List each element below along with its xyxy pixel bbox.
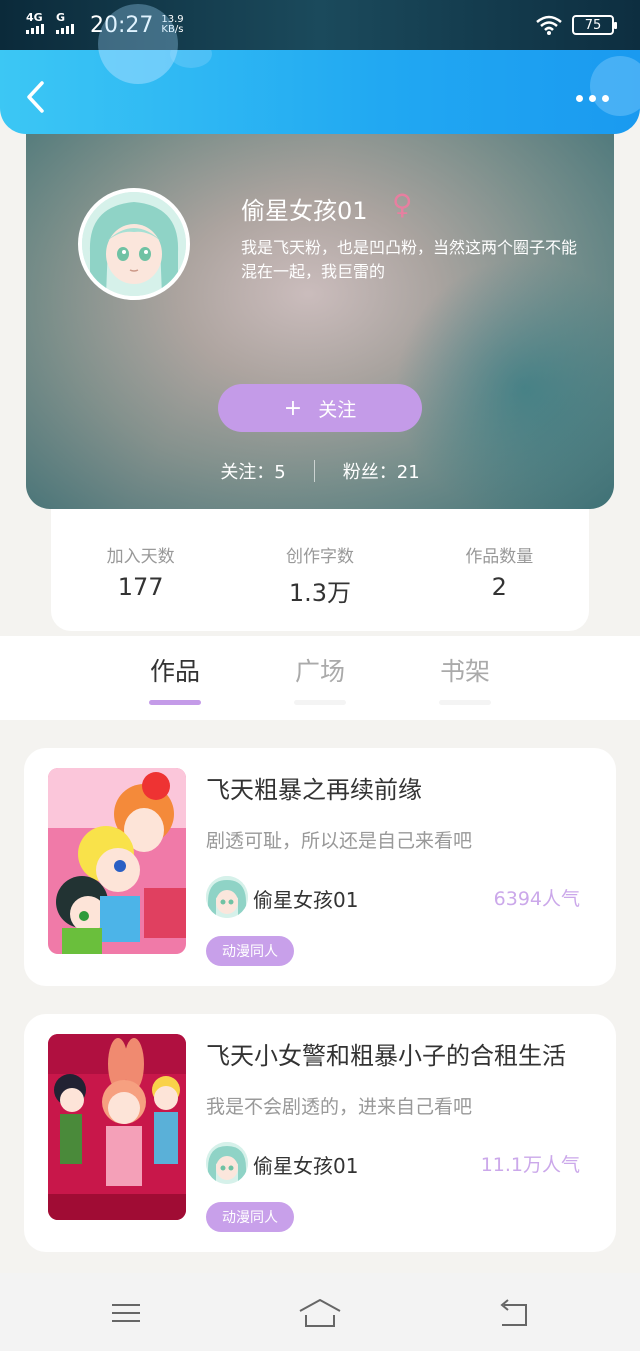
work-description: 剧透可耻，所以还是自己来看吧 (206, 830, 473, 852)
decorative-bubble (590, 56, 640, 116)
signal-g-icon: G (56, 11, 80, 36)
tab-indicator (149, 700, 201, 705)
work-title[interactable]: 飞天粗暴之再续前缘 (206, 770, 422, 805)
user-bio: 我是飞天粉，也是凹凸粉，当然这两个圈子不能混在一起，我巨雷的 (241, 238, 578, 281)
author-avatar (206, 1142, 248, 1184)
stat-value: 2 (491, 573, 507, 601)
tab-label: 广场 (294, 657, 345, 686)
cover-illustration (48, 1034, 186, 1220)
user-avatar[interactable] (78, 188, 190, 300)
work-card[interactable]: 飞天粗暴之再续前缘 剧透可耻，所以还是自己来看吧 偷星女孩01 6394人气 动… (24, 748, 616, 986)
work-card[interactable]: 飞天小女警和粗暴小子的合租生活 我是不会剧透的，进来自己看吧 偷星女孩01 11… (24, 1014, 616, 1252)
signal-4g-icon: 4G (26, 11, 50, 36)
author-avatar (206, 876, 248, 918)
wifi-icon (536, 15, 562, 35)
author-name: 偷星女孩01 (253, 1154, 359, 1178)
work-description: 我是不会剧透的，进来自己看吧 (206, 1096, 473, 1118)
return-icon[interactable] (494, 1297, 534, 1329)
decorative-bubble (98, 50, 178, 84)
tab-bar: 作品 广场 书架 (0, 636, 640, 720)
more-dot-icon (602, 94, 609, 102)
category-tag[interactable]: 动漫同人 (206, 1202, 294, 1232)
user-nickname: 偷星女孩01 (241, 197, 368, 225)
work-cover-image[interactable] (48, 768, 186, 954)
popularity-count: 6394人气 (493, 888, 580, 910)
more-options-button[interactable] (576, 90, 612, 106)
more-dot-icon (576, 94, 583, 102)
tab-indicator (294, 700, 346, 705)
work-title[interactable]: 飞天小女警和粗暴小子的合租生活 (206, 1036, 566, 1071)
tab-bookshelf[interactable]: 书架 (420, 652, 510, 705)
tab-square[interactable]: 广场 (275, 652, 365, 705)
network-label-2: G (56, 11, 66, 24)
profile-card: 偷星女孩01 ♀ 我是飞天粉，也是凹凸粉，当然这两个圈子不能混在一起，我巨雷的 … (26, 118, 614, 509)
author-name: 偷星女孩01 (253, 888, 359, 912)
tab-works[interactable]: 作品 (130, 652, 220, 705)
female-icon: ♀ (392, 188, 413, 221)
follow-stats: 关注：5 粉丝：21 (26, 458, 614, 484)
battery-icon: 75 (572, 15, 617, 35)
followers-count[interactable]: 粉丝：21 (343, 458, 420, 484)
system-nav-bar (0, 1273, 640, 1351)
category-tag[interactable]: 动漫同人 (206, 936, 294, 966)
home-icon[interactable] (298, 1297, 342, 1329)
tab-label: 书架 (439, 657, 490, 686)
top-header (0, 50, 640, 134)
popularity-count: 11.1万人气 (480, 1154, 580, 1176)
menu-icon[interactable] (106, 1297, 146, 1329)
following-count[interactable]: 关注：5 (220, 458, 285, 484)
stat-works-count: 作品数量 2 (419, 542, 579, 601)
divider (313, 460, 315, 482)
plus-icon: + (283, 395, 303, 421)
status-bar: 4G G 20:27 13.9 KB/s 75 (0, 0, 640, 84)
stat-label: 创作字数 (285, 547, 354, 567)
stat-word-count: 创作字数 1.3万 (240, 542, 400, 608)
stats-card: 加入天数 177 创作字数 1.3万 作品数量 2 (51, 509, 589, 631)
stat-value: 177 (117, 573, 164, 601)
tab-indicator (439, 700, 491, 705)
cover-illustration (48, 768, 186, 954)
stat-value: 1.3万 (288, 579, 352, 607)
stat-join-days: 加入天数 177 (61, 542, 221, 601)
tab-label: 作品 (149, 657, 200, 686)
more-dot-icon (589, 94, 596, 102)
battery-level: 75 (584, 17, 602, 33)
follow-button[interactable]: + 关注 (218, 384, 422, 432)
stat-label: 加入天数 (106, 547, 175, 567)
decorative-bubble (170, 50, 212, 68)
back-button[interactable] (24, 80, 48, 114)
network-label-1: 4G (26, 11, 43, 24)
work-cover-image[interactable] (48, 1034, 186, 1220)
avatar-illustration (82, 192, 186, 296)
follow-button-label: 关注 (318, 398, 357, 421)
stat-label: 作品数量 (465, 547, 534, 567)
